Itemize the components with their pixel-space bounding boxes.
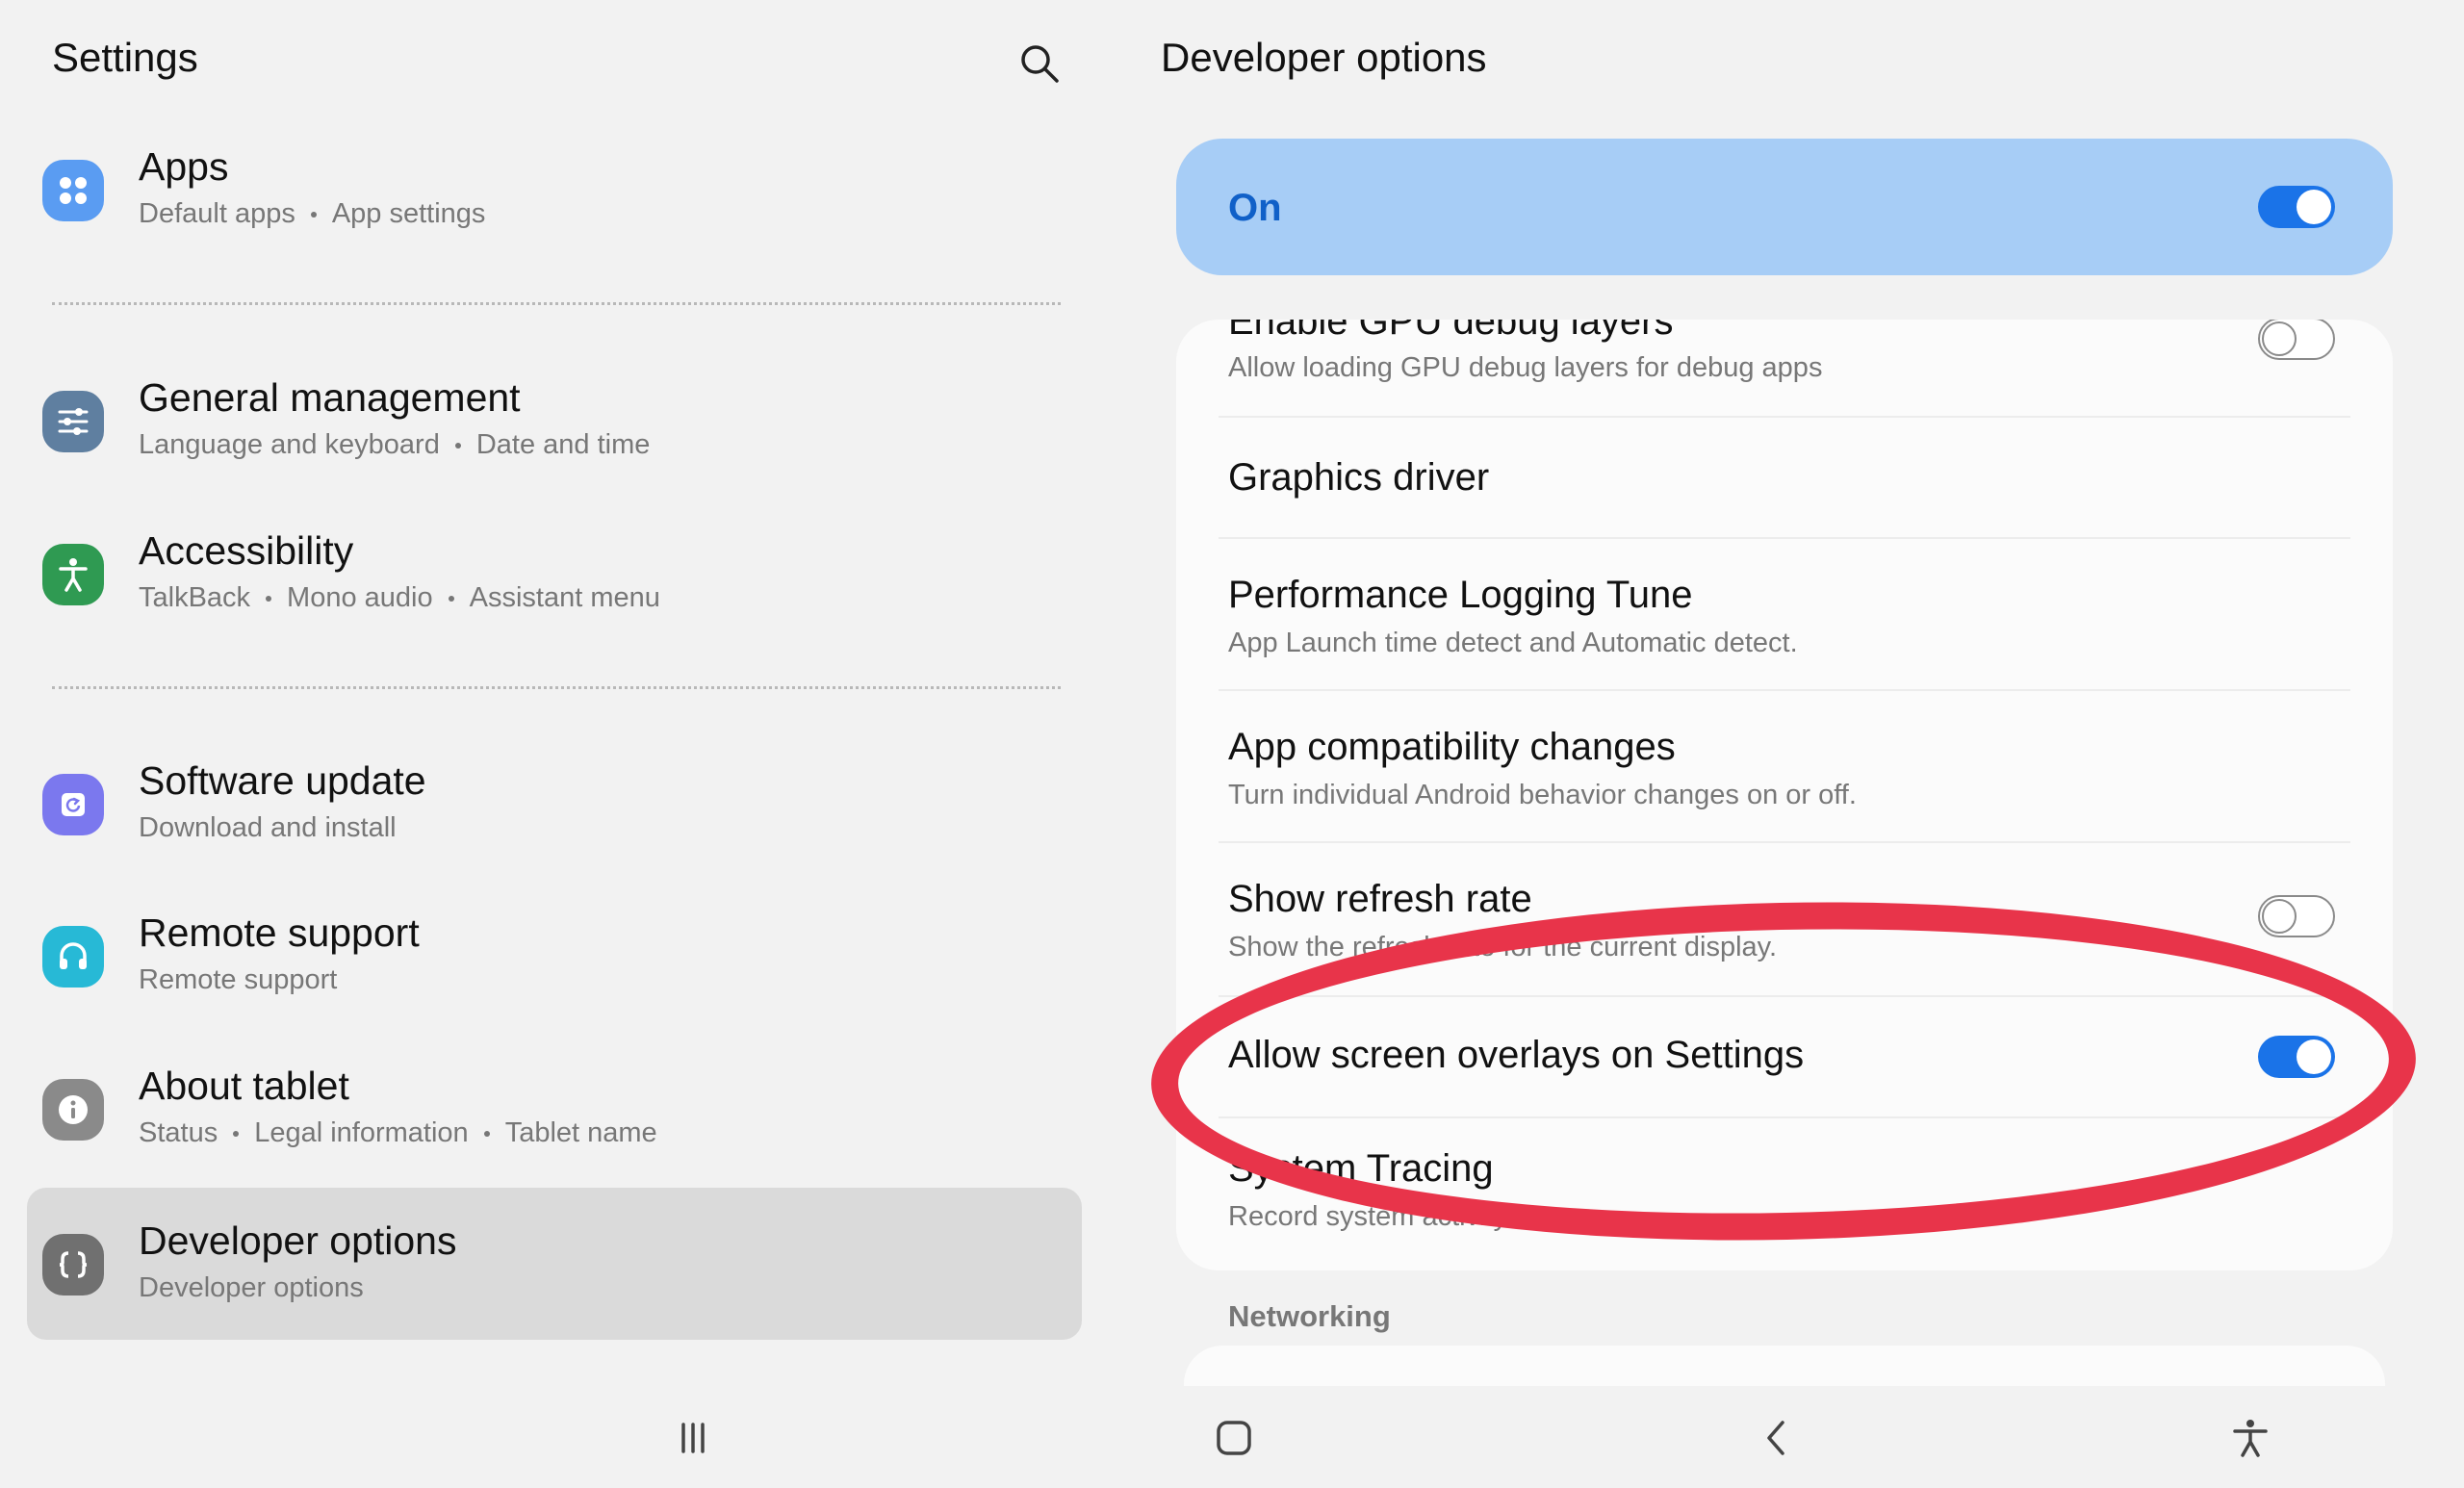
menu-item-subtitle: Default apps App settings <box>139 198 486 229</box>
show-refresh-rate-toggle[interactable] <box>2258 895 2335 937</box>
settings-item-software-update[interactable]: Software update Download and install <box>27 731 1082 876</box>
option-subtitle: Show the refresh rate for the current di… <box>1228 932 1778 962</box>
option-title: Show refresh rate <box>1228 878 1532 920</box>
code-braces-icon <box>42 1234 104 1296</box>
menu-item-subtitle: TalkBack Mono audio Assistant menu <box>139 582 660 613</box>
option-title: App compatibility changes <box>1228 726 1676 768</box>
settings-item-remote-support[interactable]: Remote support Remote support <box>27 884 1082 1028</box>
option-title: System Tracing <box>1228 1147 1494 1190</box>
option-row-app-compatibility-changes[interactable]: App compatibility changes Turn individua… <box>1176 691 2393 841</box>
back-button[interactable] <box>1746 1407 1808 1469</box>
menu-item-title: Accessibility <box>139 528 354 573</box>
option-subtitle: Turn individual Android behavior changes… <box>1228 780 1857 810</box>
option-title: Enable GPU debug layers <box>1228 320 1674 343</box>
group-divider <box>52 686 1061 689</box>
option-subtitle: App Launch time detect and Automatic det… <box>1228 628 1798 658</box>
developer-options-pane: Developer options On Enable GPU debug la… <box>1116 0 2464 1386</box>
group-divider <box>52 302 1061 305</box>
menu-item-title: About tablet <box>139 1064 349 1108</box>
settings-item-developer-options[interactable]: Developer options Developer options <box>27 1188 1082 1340</box>
menu-item-title: Remote support <box>139 911 420 955</box>
info-icon <box>42 1079 104 1141</box>
developer-options-title: Developer options <box>1161 35 1487 80</box>
settings-item-accessibility[interactable]: Accessibility TalkBack Mono audio Assistan… <box>27 501 1082 646</box>
settings-item-about-tablet[interactable]: About tablet Status Legal information Tabl… <box>27 1037 1082 1181</box>
menu-item-title: Software update <box>139 758 426 803</box>
accessibility-shortcut-button[interactable] <box>2220 1407 2281 1469</box>
back-icon <box>1767 1421 1784 1455</box>
menu-item-title: Developer options <box>139 1219 457 1263</box>
home-icon <box>1217 1421 1251 1455</box>
settings-item-apps[interactable]: Apps Default apps App settings <box>27 117 1082 262</box>
option-row-gpu-debug-layers[interactable]: Enable GPU debug layers Allow loading GP… <box>1176 320 2393 416</box>
search-button[interactable] <box>1011 35 1068 92</box>
accessibility-shortcut-icon <box>2233 1420 2268 1457</box>
master-switch-label: On <box>1228 187 1282 229</box>
software-update-icon <box>42 774 104 835</box>
menu-item-subtitle: Download and install <box>139 812 397 843</box>
menu-item-title: Apps <box>139 144 229 189</box>
search-icon <box>1021 45 1059 83</box>
option-row-performance-logging-tune[interactable]: Performance Logging Tune App Launch time… <box>1176 539 2393 689</box>
option-title: Graphics driver <box>1228 456 1490 499</box>
navigation-bar <box>0 1386 2464 1488</box>
master-toggle-switch[interactable] <box>2258 186 2335 228</box>
option-row-graphics-driver[interactable]: Graphics driver <box>1176 418 2393 537</box>
apps-grid-icon <box>42 160 104 221</box>
home-button[interactable] <box>1203 1407 1265 1469</box>
master-switch-bar[interactable]: On <box>1176 139 2393 275</box>
menu-item-subtitle: Developer options <box>139 1272 364 1303</box>
recent-apps-icon <box>681 1423 705 1453</box>
option-row-allow-screen-overlays[interactable]: Allow screen overlays on Settings <box>1176 997 2393 1116</box>
option-row-system-tracing[interactable]: System Tracing Record system activity <box>1176 1118 2393 1270</box>
option-subtitle: Record system activity <box>1228 1201 1508 1232</box>
allow-screen-overlays-toggle[interactable] <box>2258 1036 2335 1078</box>
sliders-icon <box>42 391 104 452</box>
section-header-networking: Networking <box>1228 1299 1391 1333</box>
options-list: Enable GPU debug layers Allow loading GP… <box>1176 320 2393 1270</box>
option-title: Performance Logging Tune <box>1228 574 1693 616</box>
menu-item-subtitle: Remote support <box>139 964 338 995</box>
networking-card <box>1184 1346 2385 1386</box>
accessibility-person-icon <box>42 544 104 605</box>
menu-item-subtitle: Language and keyboard Date and time <box>139 429 651 460</box>
recent-apps-button[interactable] <box>662 1407 724 1469</box>
gpu-debug-layers-toggle[interactable] <box>2258 320 2335 360</box>
option-subtitle: Allow loading GPU debug layers for debug… <box>1228 352 1823 383</box>
menu-item-subtitle: Status Legal information Tablet name <box>139 1117 657 1148</box>
settings-title: Settings <box>52 35 198 80</box>
headset-icon <box>42 926 104 988</box>
option-title: Allow screen overlays on Settings <box>1228 1034 1805 1076</box>
settings-pane: Settings Apps Default apps App settings G… <box>0 0 1116 1386</box>
option-row-show-refresh-rate[interactable]: Show refresh rate Show the refresh rate … <box>1176 843 2393 995</box>
menu-item-title: General management <box>139 375 521 420</box>
settings-item-general-management[interactable]: General management Language and keyboard… <box>27 348 1082 493</box>
